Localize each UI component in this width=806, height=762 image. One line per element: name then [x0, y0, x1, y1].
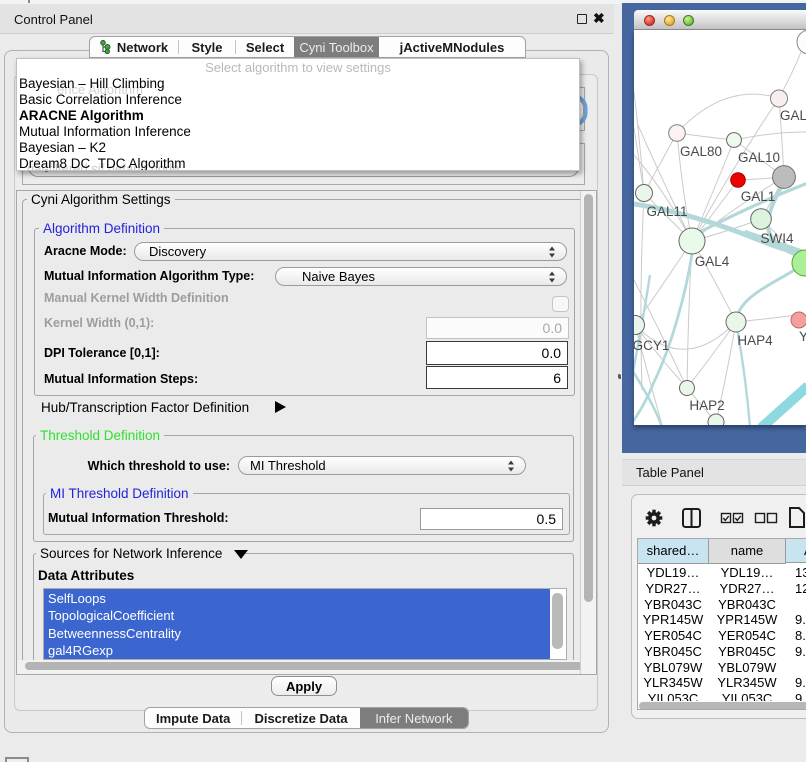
- svg-text:HAP4: HAP4: [737, 333, 773, 348]
- svg-text:YM: YM: [799, 329, 806, 344]
- svg-text:GCY1: GCY1: [634, 338, 669, 353]
- svg-text:GAL11: GAL11: [646, 204, 687, 219]
- svg-text:GAL80: GAL80: [680, 144, 722, 159]
- svg-text:SWI4: SWI4: [760, 231, 793, 246]
- svg-text:GAL4: GAL4: [695, 254, 730, 269]
- svg-text:HAP2: HAP2: [689, 398, 724, 413]
- svg-text:GAL10: GAL10: [738, 150, 780, 165]
- svg-text:GAL1: GAL1: [741, 189, 776, 204]
- svg-text:GAL2: GAL2: [780, 108, 806, 123]
